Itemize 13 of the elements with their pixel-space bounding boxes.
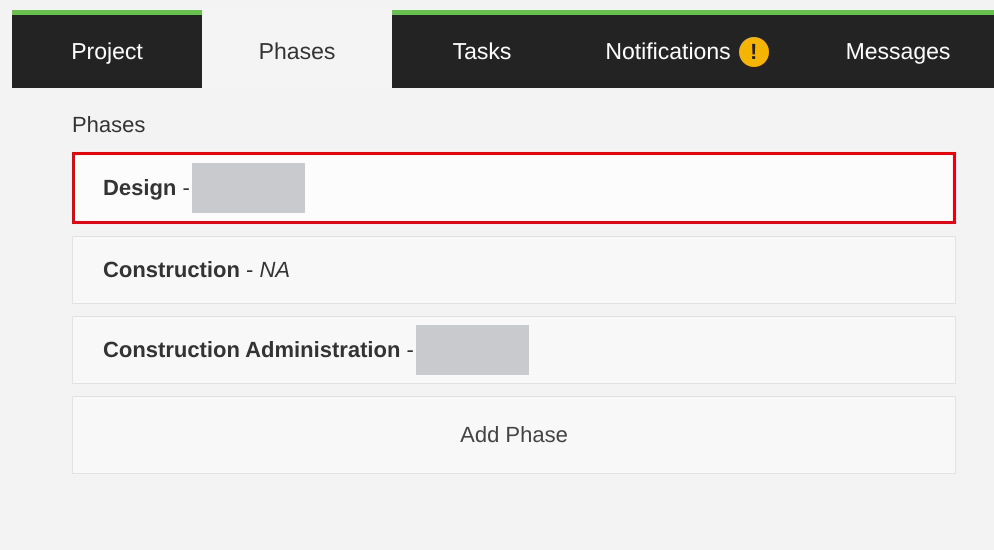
phase-row[interactable]: Construction - NA bbox=[72, 236, 956, 304]
tab[interactable]: Messages bbox=[802, 10, 994, 88]
alert-badge: ! bbox=[738, 36, 769, 66]
phase-label: Design - bbox=[103, 175, 190, 201]
phase-row[interactable]: Design - bbox=[72, 152, 956, 224]
tab[interactable]: Tasks bbox=[392, 10, 572, 88]
phase-row[interactable]: Construction Administration - bbox=[72, 316, 956, 384]
add-phase-button[interactable]: Add Phase bbox=[72, 396, 956, 474]
phase-label: Construction - NA bbox=[103, 257, 290, 283]
section-title: Phases bbox=[72, 112, 146, 138]
tab[interactable]: Notifications ! bbox=[572, 10, 802, 88]
tab[interactable]: Project bbox=[12, 10, 202, 88]
phase-label: Construction Administration - bbox=[103, 337, 414, 363]
